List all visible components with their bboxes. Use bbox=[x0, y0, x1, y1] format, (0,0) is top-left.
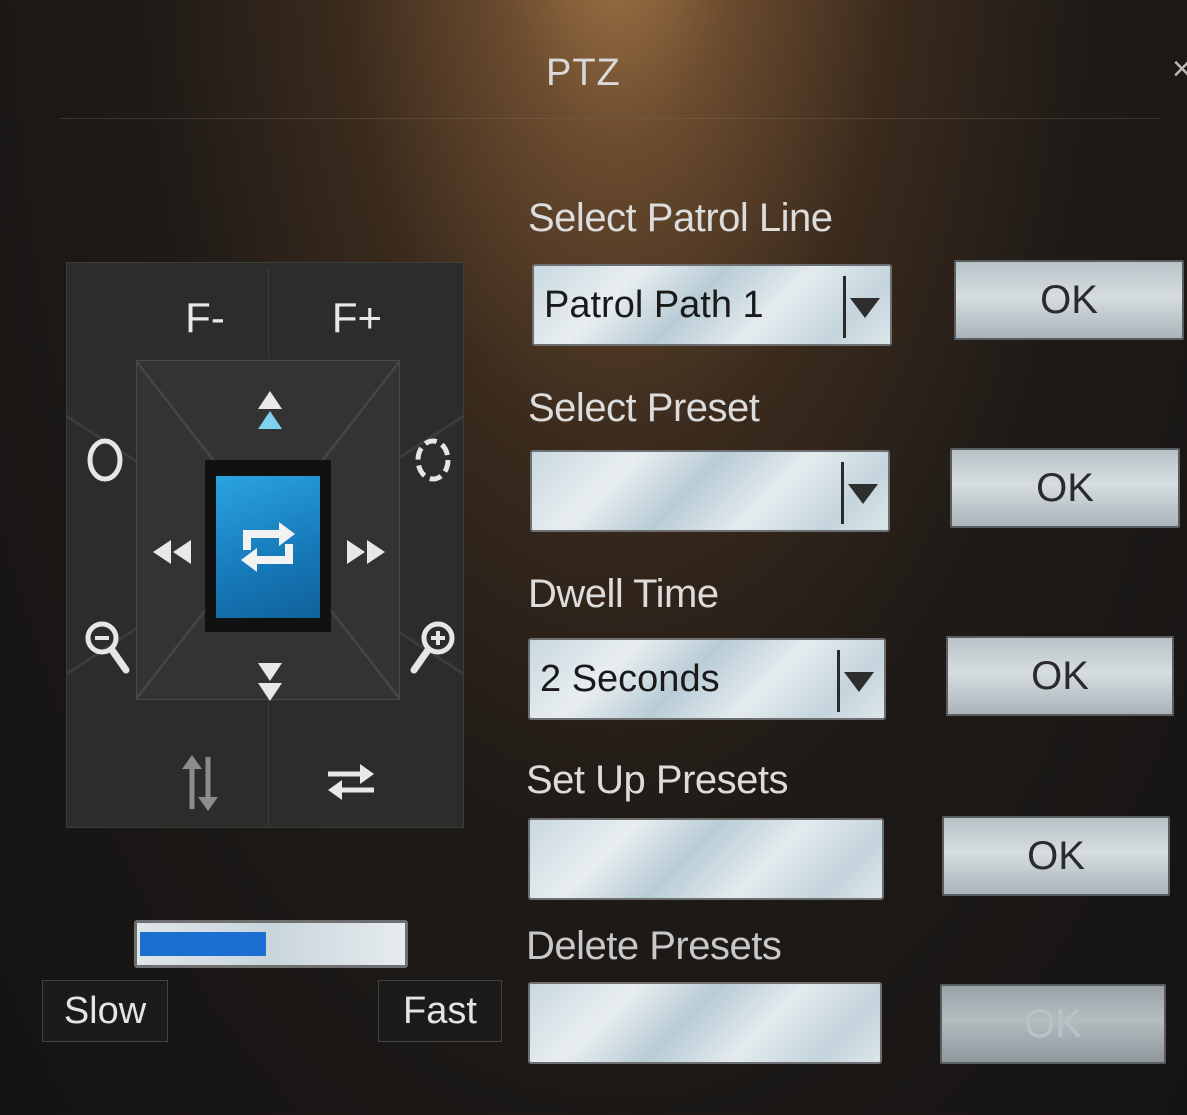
tilt-up-icon bbox=[258, 391, 282, 429]
zoom-in-button[interactable] bbox=[404, 612, 462, 682]
dwell-time-label: Dwell Time bbox=[528, 572, 719, 616]
focus-plus-button[interactable]: F+ bbox=[322, 290, 392, 346]
setup-presets-label: Set Up Presets bbox=[526, 758, 789, 802]
patrol-line-ok-button[interactable]: OK bbox=[954, 260, 1184, 340]
tilt-down-icon bbox=[258, 663, 282, 701]
dwell-time-value: 2 Seconds bbox=[540, 657, 720, 700]
iris-open-icon bbox=[415, 438, 451, 482]
pan-left-button[interactable] bbox=[148, 530, 198, 574]
close-button[interactable]: × bbox=[1172, 50, 1187, 100]
dwell-time-ok-button[interactable]: OK bbox=[946, 636, 1174, 716]
auto-scan-icon bbox=[241, 522, 295, 572]
flip-divider bbox=[268, 702, 269, 826]
swap-horizontal-button[interactable] bbox=[322, 752, 380, 812]
zoom-out-button[interactable] bbox=[78, 612, 136, 682]
header-divider bbox=[60, 118, 1160, 119]
window-title: PTZ bbox=[546, 52, 621, 94]
speed-slider-fill bbox=[140, 932, 266, 956]
iris-close-button[interactable] bbox=[80, 430, 130, 490]
focus-minus-button[interactable]: F- bbox=[170, 290, 240, 346]
pan-right-icon bbox=[347, 540, 385, 564]
preset-label: Select Preset bbox=[528, 386, 760, 430]
patrol-line-label: Select Patrol Line bbox=[528, 196, 833, 240]
pan-left-icon bbox=[153, 540, 191, 564]
setup-presets-input[interactable] bbox=[528, 818, 884, 900]
pan-right-button[interactable] bbox=[340, 530, 390, 574]
dropdown-separator bbox=[843, 276, 846, 338]
dwell-time-dropdown[interactable]: 2 Seconds bbox=[528, 638, 886, 720]
preset-dropdown[interactable] bbox=[530, 450, 890, 532]
patrol-line-value: Patrol Path 1 bbox=[544, 283, 764, 326]
swap-horizontal-icon bbox=[328, 764, 374, 800]
flip-vertical-button[interactable] bbox=[172, 748, 228, 818]
delete-presets-input[interactable] bbox=[528, 982, 882, 1064]
slow-button[interactable]: Slow bbox=[42, 980, 168, 1042]
chevron-down-icon bbox=[848, 484, 878, 504]
delete-presets-ok-button[interactable]: OK bbox=[940, 984, 1166, 1064]
focus-divider bbox=[268, 268, 269, 358]
dropdown-separator bbox=[841, 462, 844, 524]
flip-vertical-icon bbox=[182, 755, 218, 811]
delete-presets-label: Delete Presets bbox=[526, 924, 782, 968]
fast-button[interactable]: Fast bbox=[378, 980, 502, 1042]
setup-presets-ok-button[interactable]: OK bbox=[942, 816, 1170, 896]
iris-open-button[interactable] bbox=[408, 430, 458, 490]
tilt-up-button[interactable] bbox=[248, 386, 292, 436]
iris-close-icon bbox=[87, 438, 123, 482]
preset-ok-button[interactable]: OK bbox=[950, 448, 1180, 528]
auto-scan-button[interactable] bbox=[216, 476, 320, 618]
zoom-out-icon bbox=[85, 621, 130, 674]
speed-slider[interactable] bbox=[134, 920, 408, 968]
patrol-line-dropdown[interactable]: Patrol Path 1 bbox=[532, 264, 892, 346]
tilt-down-button[interactable] bbox=[248, 656, 292, 706]
chevron-down-icon bbox=[844, 672, 874, 692]
chevron-down-icon bbox=[850, 298, 880, 318]
dropdown-separator bbox=[837, 650, 840, 712]
zoom-in-icon bbox=[410, 621, 455, 674]
